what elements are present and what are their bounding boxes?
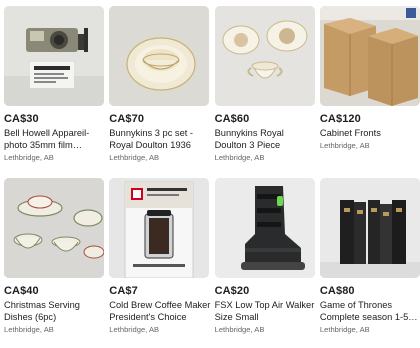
listing-price: CA$120 [319, 113, 361, 125]
listing-price: CA$40 [4, 285, 39, 297]
listing-location: Lethbridge, AB [109, 325, 160, 334]
listing-photo-dvd-box-sets[interactable] [319, 178, 420, 278]
listing-title: Cold Brew Coffee Maker President's Choic… [109, 300, 211, 322]
listing-location: Lethbridge, AB [214, 153, 265, 162]
listing-title: Bunnykins Royal Doulton 3 Piece Vintag… [214, 128, 284, 150]
listing-location: Lethbridge, AB [4, 153, 54, 162]
listing-photo-serving-dishes[interactable] [4, 178, 104, 278]
listing-photo-bunnykins-set[interactable] [214, 6, 315, 106]
listing-price: CA$20 [214, 285, 250, 297]
listing-price: CA$60 [214, 113, 250, 125]
listing-card[interactable]: CA$40 Christmas Serving Dishes (6pc) Let… [4, 178, 106, 346]
listing-title: Bell Howell Appareil-photo 35mm film… [4, 128, 90, 150]
listing-card[interactable]: CA$120 Cabinet Fronts Lethbridge, AB [319, 6, 420, 174]
listing-photo-coffee-maker-box[interactable] [109, 178, 210, 278]
listing-location: Lethbridge, AB [214, 325, 265, 334]
listing-card[interactable]: CA$80 Game of Thrones Complete season 1-… [319, 178, 420, 346]
listing-title: Game of Thrones Complete season 1-5… [319, 300, 418, 322]
listing-photo-cardboard-boxes[interactable] [319, 6, 420, 106]
listing-photo-bowl-plate-set[interactable] [109, 6, 210, 106]
listing-price: CA$30 [4, 113, 39, 125]
listing-card[interactable]: CA$60 Bunnykins Royal Doulton 3 Piece Vi… [214, 6, 317, 174]
listing-card[interactable]: CA$70 Bunnykins 3 pc set - Royal Doulton… [109, 6, 211, 174]
listing-price: CA$7 [109, 285, 138, 297]
listing-card[interactable]: CA$30 Bell Howell Appareil-photo 35mm fi… [4, 6, 106, 174]
listing-location: Lethbridge, AB [4, 325, 54, 334]
listing-card[interactable]: CA$20 FSX Low Top Air Walker Size Small … [214, 178, 317, 346]
listing-location: Lethbridge, AB [319, 325, 370, 334]
listing-photo-camera[interactable] [4, 6, 104, 106]
listing-grid: CA$30 Bell Howell Appareil-photo 35mm fi… [4, 6, 420, 346]
listing-price: CA$70 [109, 113, 145, 125]
listing-title: Bunnykins 3 pc set - Royal Doulton 1936 [109, 128, 194, 150]
listing-location: Lethbridge, AB [319, 141, 370, 150]
listing-title: Cabinet Fronts [319, 128, 381, 138]
listing-location: Lethbridge, AB [109, 153, 160, 162]
listing-price: CA$80 [319, 285, 355, 297]
listing-photo-walker-boot[interactable] [214, 178, 315, 278]
listing-title: FSX Low Top Air Walker Size Small [214, 300, 315, 322]
listing-title: Christmas Serving Dishes (6pc) [4, 300, 80, 322]
listing-card[interactable]: CA$7 Cold Brew Coffee Maker President's … [109, 178, 211, 346]
